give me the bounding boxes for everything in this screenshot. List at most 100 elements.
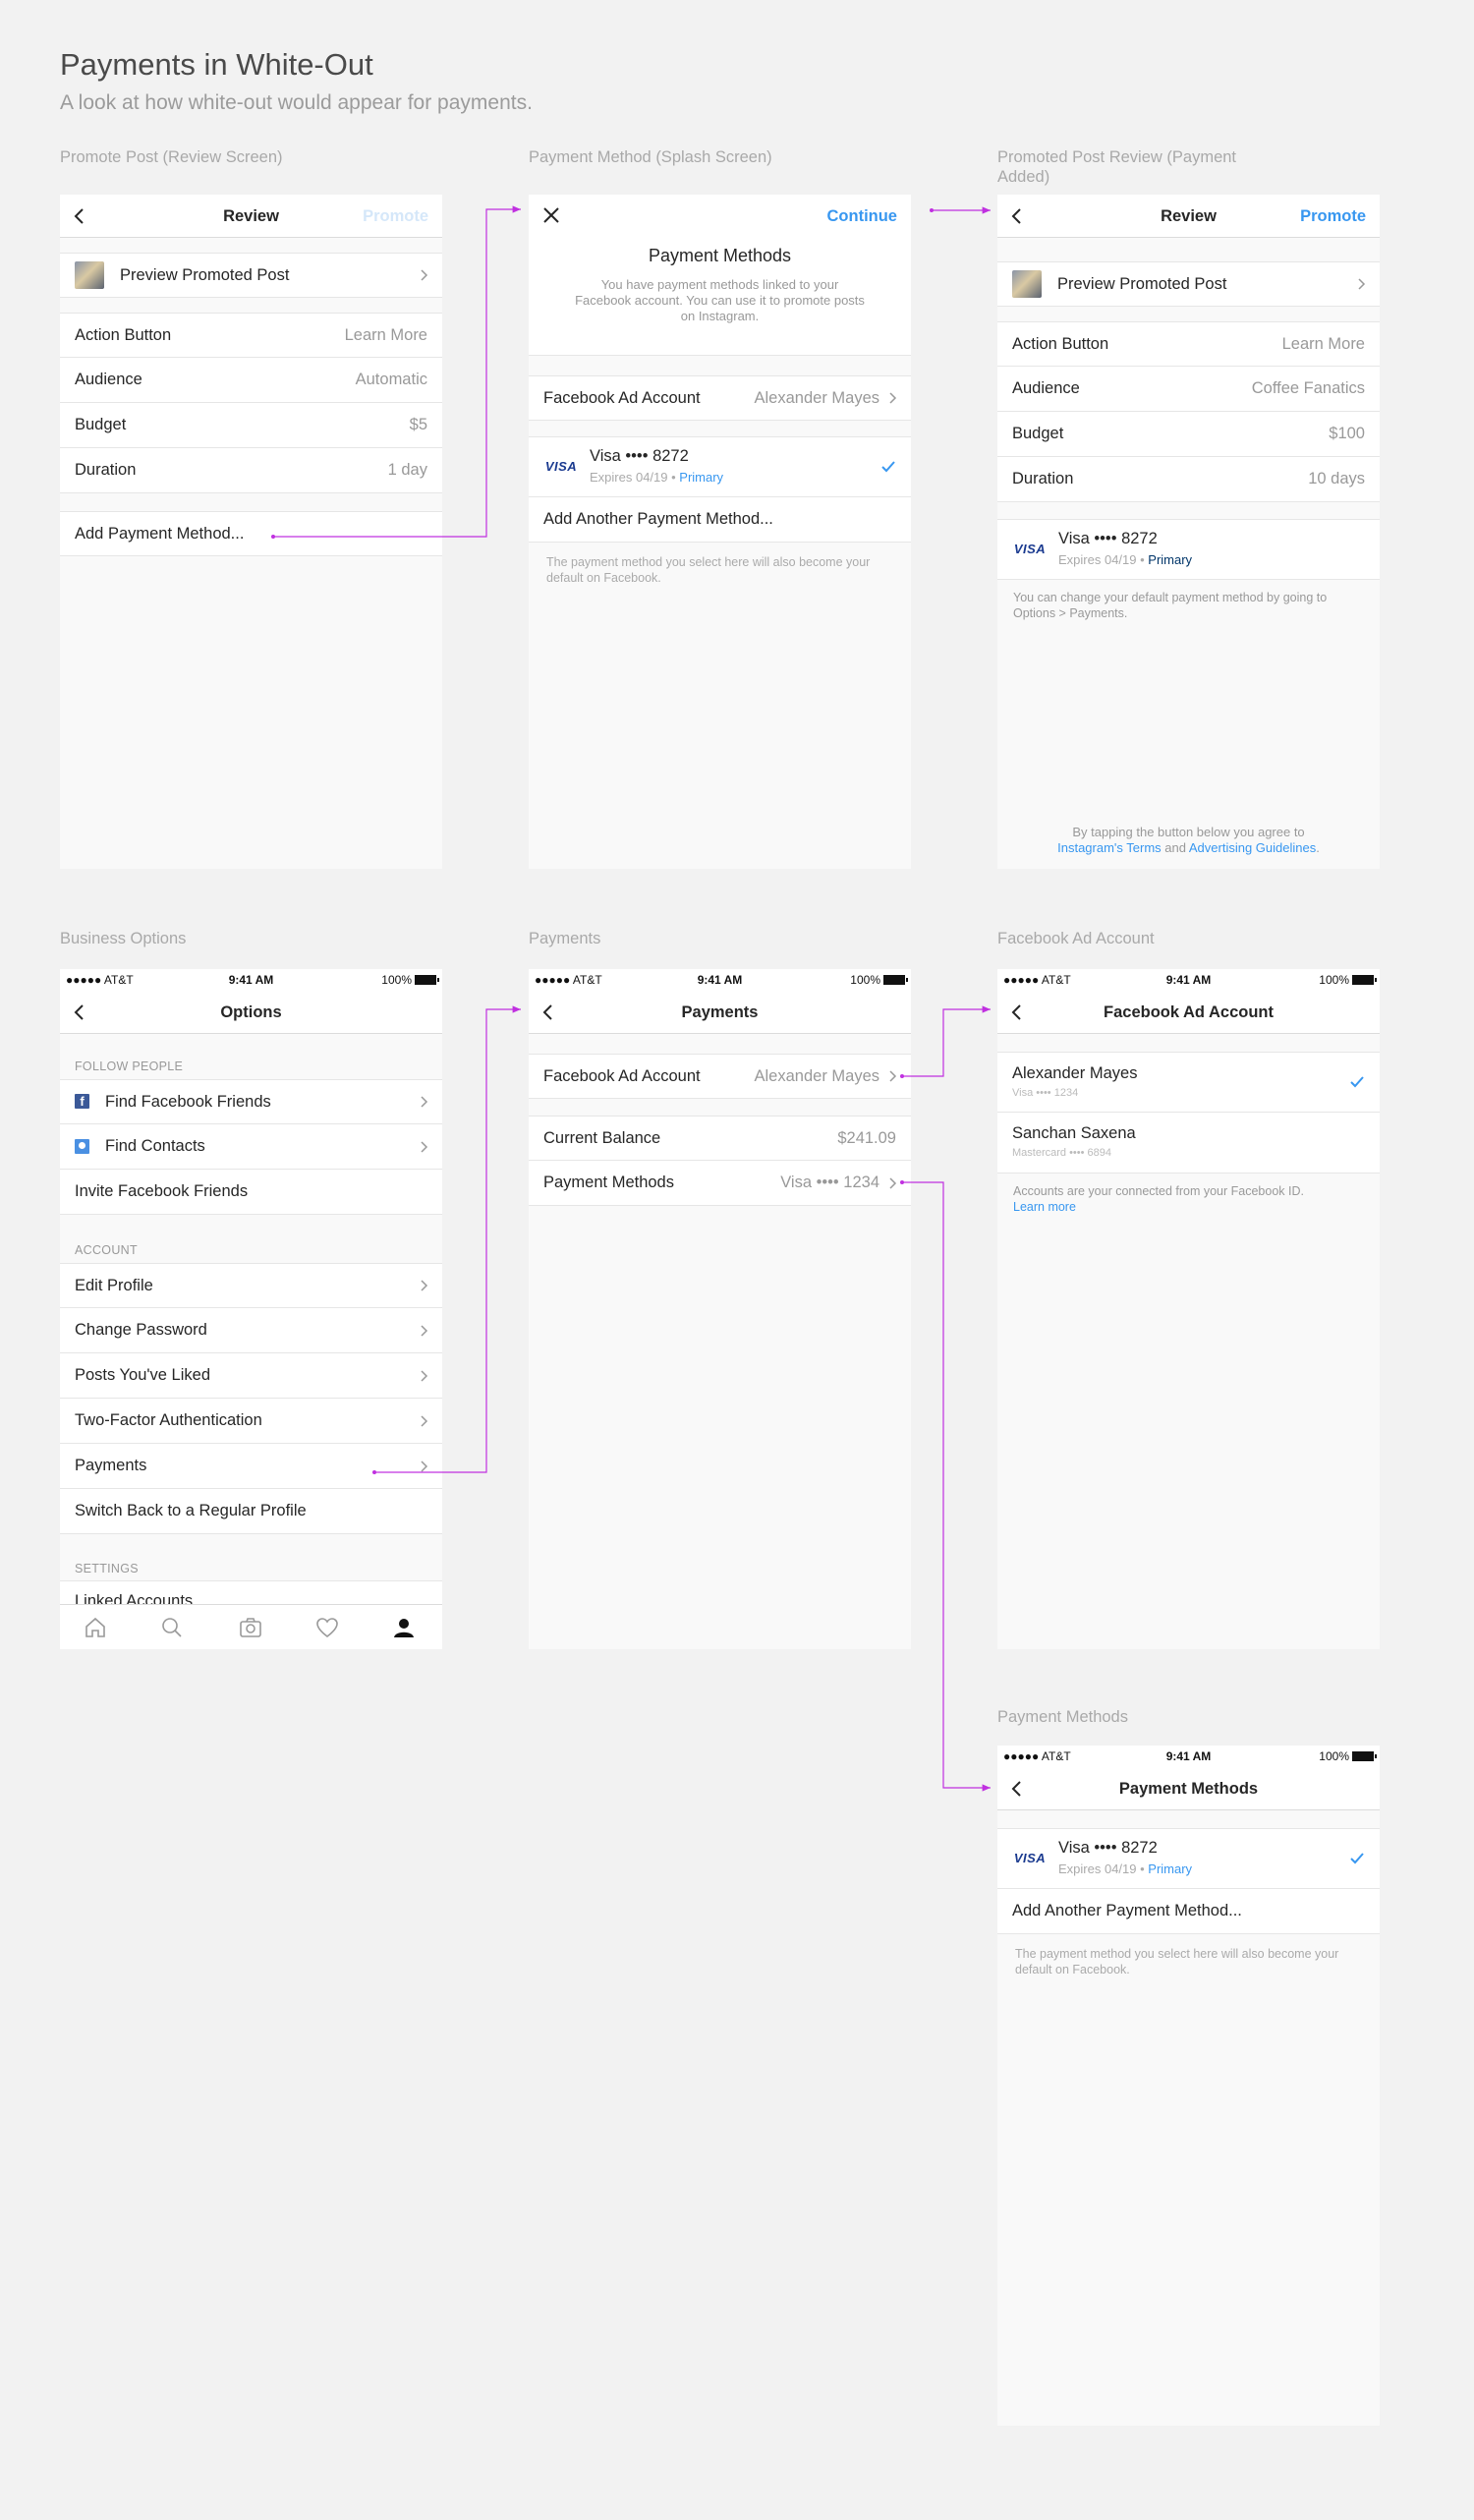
row-value: Alexander Mayes bbox=[754, 1066, 879, 1085]
checkmark-icon bbox=[881, 461, 895, 473]
chevron-right-icon bbox=[421, 1414, 428, 1427]
card-expires: Expires 04/19 • bbox=[1058, 1861, 1149, 1876]
account-name: Alexander Mayes bbox=[1012, 1064, 1138, 1082]
status-bar: ●●●●● AT&T 9:41 AM 100% bbox=[997, 969, 1380, 991]
add-payment-method-link[interactable]: Add Payment Method... bbox=[75, 512, 244, 555]
add-payment-method-row[interactable]: Add Payment Method... bbox=[60, 511, 442, 556]
account-header: ACCOUNT bbox=[75, 1243, 138, 1257]
follow-people-header: FOLLOW PEOPLE bbox=[75, 1060, 184, 1073]
close-icon[interactable] bbox=[542, 206, 560, 224]
duration-row[interactable]: Duration 10 days bbox=[997, 457, 1380, 502]
preview-label: Preview Promoted Post bbox=[120, 265, 290, 284]
preview-promoted-post-row[interactable]: Preview Promoted Post bbox=[997, 261, 1380, 307]
account-name: Sanchan Saxena bbox=[1012, 1124, 1136, 1142]
add-another-payment-row[interactable]: Add Another Payment Method... bbox=[997, 1889, 1380, 1934]
advertising-guidelines-link[interactable]: Advertising Guidelines bbox=[1189, 840, 1316, 855]
visa-logo-icon: VISA bbox=[1013, 1851, 1047, 1865]
screen-payment-methods: ●●●●● AT&T 9:41 AM 100% Payment Methods … bbox=[997, 1746, 1380, 2426]
row-label: Posts You've Liked bbox=[75, 1366, 211, 1384]
change-default-note: You can change your default payment meth… bbox=[1013, 591, 1328, 620]
profile-icon[interactable] bbox=[392, 1616, 416, 1639]
chevron-right-icon bbox=[421, 1324, 428, 1337]
navbar: Payments bbox=[529, 991, 911, 1034]
budget-row[interactable]: Budget $100 bbox=[997, 412, 1380, 457]
budget-row[interactable]: Budget $5 bbox=[60, 403, 442, 448]
heart-icon[interactable] bbox=[315, 1616, 339, 1639]
post-thumbnail bbox=[1012, 270, 1042, 298]
visa-card-row[interactable]: VISA Visa •••• 8272 Expires 04/19 • Prim… bbox=[529, 436, 911, 497]
posts-liked-row[interactable]: Posts You've Liked bbox=[60, 1353, 442, 1399]
chevron-right-icon bbox=[421, 1280, 428, 1291]
switch-back-row[interactable]: Switch Back to a Regular Profile bbox=[60, 1489, 442, 1534]
caption-splash: Payment Method (Splash Screen) bbox=[529, 148, 772, 166]
camera-icon[interactable] bbox=[239, 1616, 262, 1639]
invite-facebook-friends-row[interactable]: Invite Facebook Friends bbox=[60, 1170, 442, 1215]
current-balance-row[interactable]: Current Balance $241.09 bbox=[529, 1116, 911, 1161]
visa-logo-icon: VISA bbox=[544, 459, 578, 474]
row-label: Duration bbox=[75, 461, 137, 479]
learn-more-link[interactable]: Learn more bbox=[1013, 1199, 1362, 1215]
card-title: Visa •••• 8272 bbox=[1058, 1839, 1158, 1857]
row-label: Current Balance bbox=[543, 1128, 661, 1147]
add-another-payment-row[interactable]: Add Another Payment Method... bbox=[529, 497, 911, 543]
find-contacts-row[interactable]: Find Contacts bbox=[60, 1124, 442, 1170]
promote-button[interactable]: Promote bbox=[1300, 195, 1366, 238]
account-row-alexander[interactable]: Alexander Mayes Visa •••• 1234 bbox=[997, 1052, 1380, 1113]
edit-profile-row[interactable]: Edit Profile bbox=[60, 1263, 442, 1308]
screen-promoted-review: Review Promote Preview Promoted Post Act… bbox=[997, 195, 1380, 869]
row-value: Visa •••• 1234 bbox=[780, 1174, 879, 1191]
screen-options: ●●●●● AT&T 9:41 AM 100% Options FOLLOW P… bbox=[60, 969, 442, 1649]
facebook-ad-account-row[interactable]: Facebook Ad Account Alexander Mayes bbox=[529, 375, 911, 421]
row-label: Payments bbox=[75, 1457, 147, 1474]
battery-percent: 100% bbox=[1319, 973, 1349, 987]
battery-icon bbox=[883, 975, 908, 985]
nav-title: Payment Methods bbox=[1118, 1780, 1259, 1798]
invite-facebook-friends-link[interactable]: Invite Facebook Friends bbox=[75, 1170, 248, 1214]
home-icon[interactable] bbox=[84, 1616, 107, 1639]
row-label: Audience bbox=[1012, 379, 1080, 397]
battery-percent: 100% bbox=[850, 973, 880, 987]
find-facebook-friends-row[interactable]: f Find Facebook Friends bbox=[60, 1079, 442, 1124]
post-thumbnail bbox=[75, 261, 104, 289]
splash-heading: Payment Methods bbox=[648, 246, 792, 265]
row-label: Find Facebook Friends bbox=[105, 1092, 271, 1111]
action-button-row[interactable]: Action Button Learn More bbox=[60, 313, 442, 358]
card-subtitle: Expires 04/19 • Primary bbox=[590, 470, 723, 485]
visa-card-row[interactable]: VISA Visa •••• 8272 Expires 04/19 • Prim… bbox=[997, 1828, 1380, 1889]
battery-icon bbox=[415, 975, 439, 985]
card-subtitle: Expires 04/19 • Primary bbox=[1058, 1861, 1192, 1876]
visa-card-row[interactable]: VISA Visa •••• 8272 Expires 04/19 • Prim… bbox=[997, 519, 1380, 580]
two-factor-row[interactable]: Two-Factor Authentication bbox=[60, 1399, 442, 1444]
promote-button[interactable]: Promote bbox=[363, 195, 428, 238]
duration-row[interactable]: Duration 1 day bbox=[60, 448, 442, 493]
terms-prefix: By tapping the button below you agree to bbox=[1072, 825, 1305, 839]
page-title: Payments in White-Out bbox=[60, 47, 373, 82]
audience-row[interactable]: Audience Automatic bbox=[60, 358, 442, 403]
facebook-ad-account-row[interactable]: Facebook Ad Account Alexander Mayes bbox=[529, 1054, 911, 1099]
tab-bar bbox=[60, 1604, 442, 1649]
audience-row[interactable]: Audience Coffee Fanatics bbox=[997, 367, 1380, 412]
account-row-sanchan[interactable]: Sanchan Saxena Mastercard •••• 6894 bbox=[997, 1113, 1380, 1174]
row-label: Change Password bbox=[75, 1321, 207, 1339]
navbar: Payment Methods bbox=[997, 1767, 1380, 1810]
facebook-icon: f bbox=[75, 1094, 89, 1109]
visa-logo-icon: VISA bbox=[1013, 542, 1047, 556]
row-value: Learn More bbox=[1281, 334, 1365, 353]
instagram-terms-link[interactable]: Instagram's Terms bbox=[1057, 840, 1162, 855]
action-button-row[interactable]: Action Button Learn More bbox=[997, 321, 1380, 367]
change-password-row[interactable]: Change Password bbox=[60, 1308, 442, 1353]
payments-row[interactable]: Payments bbox=[60, 1444, 442, 1489]
row-label: Action Button bbox=[1012, 334, 1109, 353]
preview-promoted-post-row[interactable]: Preview Promoted Post bbox=[60, 253, 442, 298]
payment-methods-row[interactable]: Payment Methods Visa •••• 1234 bbox=[529, 1161, 911, 1206]
chevron-right-icon bbox=[421, 1096, 428, 1108]
row-label: Budget bbox=[1012, 425, 1064, 442]
chevron-right-icon bbox=[421, 1369, 428, 1382]
terms-text: By tapping the button below you agree to… bbox=[1017, 825, 1360, 856]
row-label: Payment Methods bbox=[543, 1174, 674, 1191]
continue-button[interactable]: Continue bbox=[827, 195, 898, 238]
preview-label: Preview Promoted Post bbox=[1057, 274, 1227, 293]
row-label: Switch Back to a Regular Profile bbox=[75, 1502, 307, 1519]
caption-promote-review: Promote Post (Review Screen) bbox=[60, 148, 283, 166]
search-icon[interactable] bbox=[160, 1616, 184, 1639]
